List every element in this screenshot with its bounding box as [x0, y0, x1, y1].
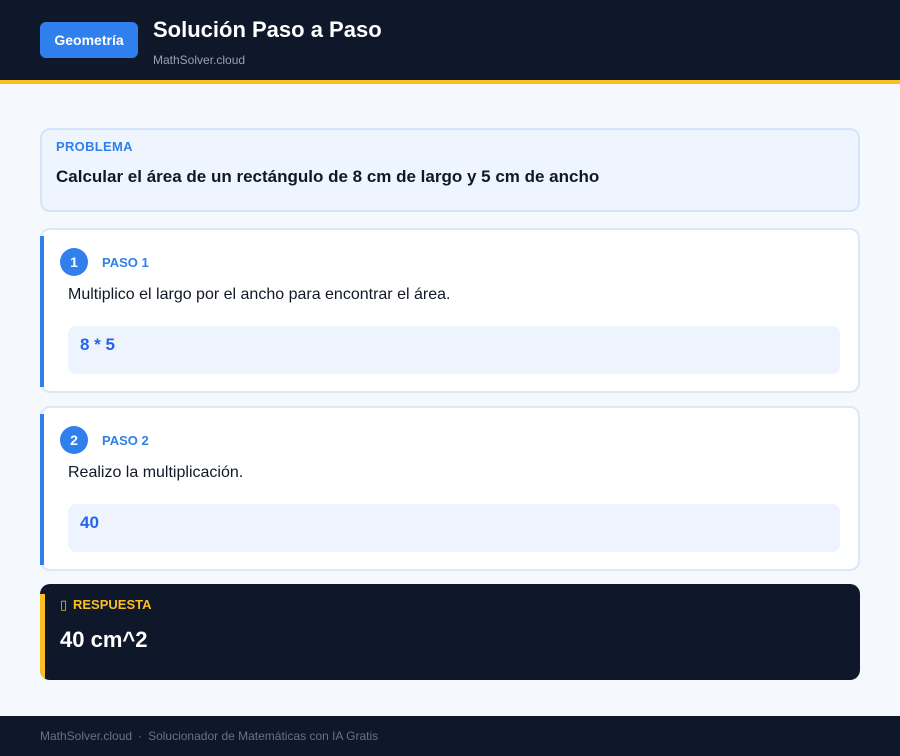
answer-card: ▯ RESPUESTA 40 cm^2	[40, 584, 860, 680]
problem-card: PROBLEMA Calcular el área de un rectángu…	[40, 128, 860, 212]
check-icon: ▯	[60, 597, 68, 612]
step-expression: 40	[80, 513, 99, 532]
footer-tagline: Solucionador de Matemáticas con IA Grati…	[148, 729, 379, 743]
page-header: Geometría Solución Paso a Paso MathSolve…	[0, 0, 900, 84]
step-accent-bar	[40, 414, 44, 565]
step-expression-box: 8 * 5	[68, 326, 840, 374]
step-card-2: 2 PASO 2 Realizo la multiplicación. 40	[40, 406, 860, 571]
step-label: PASO 2	[102, 433, 149, 448]
step-expression-box: 40	[68, 504, 840, 552]
step-card-1: 1 PASO 1 Multiplico el largo por el anch…	[40, 228, 860, 393]
step-expression: 8 * 5	[80, 335, 115, 354]
step-number: 1	[60, 248, 88, 276]
category-badge[interactable]: Geometría	[40, 22, 138, 58]
page-footer: MathSolver.cloud · Solucionador de Matemát…	[0, 716, 900, 756]
footer-separator: ·	[138, 729, 143, 743]
page-title: Solución Paso a Paso	[153, 17, 382, 42]
problem-text: Calcular el área de un rectángulo de 8 c…	[56, 167, 600, 186]
step-description: Multiplico el largo por el ancho para en…	[68, 286, 451, 303]
step-label: PASO 1	[102, 255, 149, 270]
step-accent-bar	[40, 236, 44, 387]
answer-accent-bar	[40, 594, 45, 680]
footer-text: MathSolver.cloud · Solucionador de Matemát…	[40, 729, 378, 743]
step-number: 2	[60, 426, 88, 454]
site-subtitle: MathSolver.cloud	[153, 53, 246, 67]
step-description: Realizo la multiplicación.	[68, 464, 244, 481]
footer-site[interactable]: MathSolver.cloud	[40, 729, 132, 743]
answer-value: 40 cm^2	[60, 627, 148, 652]
problem-label: PROBLEMA	[56, 139, 133, 154]
answer-label: RESPUESTA	[73, 597, 152, 612]
